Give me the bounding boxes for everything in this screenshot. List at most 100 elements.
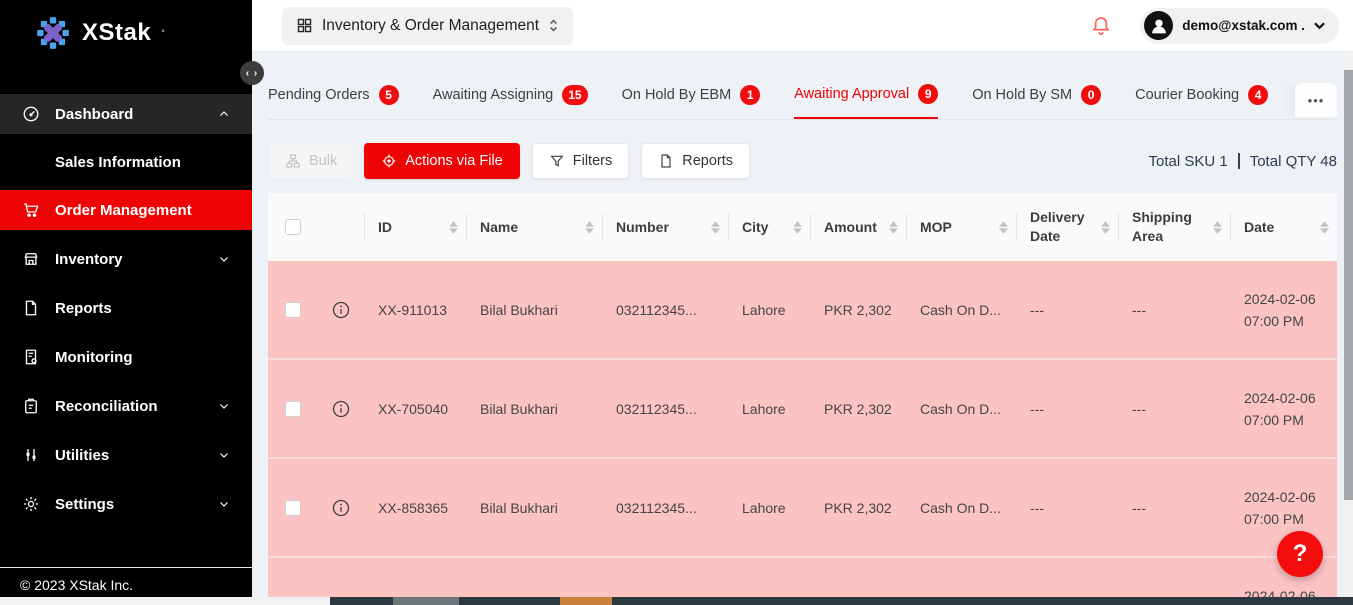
cell-mop: Cash On D... [906, 401, 1016, 417]
cell-amount: PKR 2,302 [810, 401, 906, 417]
notification-bell-icon[interactable] [1090, 15, 1112, 37]
user-avatar-icon [1144, 11, 1173, 40]
row-checkbox[interactable] [285, 500, 301, 516]
tab-label: Courier Booking [1135, 87, 1239, 103]
reports-button[interactable]: Reports [641, 143, 750, 179]
sidebar-item-reports[interactable]: Reports [0, 288, 252, 328]
tab-label: Pending Orders [268, 87, 370, 103]
sort-caret[interactable] [1101, 221, 1110, 234]
sidebar-nav: Dashboard Sales Information Order Manage… [0, 94, 252, 524]
brand-logo: XStak° [0, 0, 252, 52]
sidebar-item-order-management[interactable]: Order Management [0, 190, 252, 230]
cell-shipping-area: --- [1118, 500, 1230, 516]
sidebar-item-label: Inventory [55, 251, 123, 268]
sidebar-item-label: Reports [55, 300, 112, 317]
chevron-up-icon [218, 108, 230, 120]
tabs-more-button[interactable]: ••• [1295, 83, 1337, 117]
horizontal-scrollbar-thumb[interactable] [393, 597, 459, 605]
actions-via-file-button[interactable]: Actions via File [364, 143, 520, 179]
tab-count-badge: 1 [740, 85, 760, 105]
chevron-down-icon [218, 449, 230, 461]
sidebar-item-label: Monitoring [55, 349, 132, 366]
sidebar-item-dashboard[interactable]: Dashboard [0, 94, 252, 134]
app-switcher-button[interactable]: Inventory & Order Management [282, 7, 573, 45]
cell-mop: Cash On D... [906, 302, 1016, 318]
cell-order-id: XX-705040 [364, 401, 466, 417]
column-header-id: ID [378, 218, 392, 237]
cell-phone-number: 032112345... [602, 401, 728, 417]
cell-city: Lahore [728, 401, 810, 417]
sidebar-collapse-toggle[interactable]: ‹ › [240, 61, 264, 85]
horizontal-scrollbar-gutter [0, 597, 330, 605]
vertical-scrollbar[interactable] [1344, 52, 1353, 605]
sidebar-item-reconciliation[interactable]: Reconciliation [0, 386, 252, 426]
row-checkbox[interactable] [285, 401, 301, 417]
table-header-row: ID Name Number City Amount MOP Delivery … [268, 193, 1337, 261]
info-icon[interactable] [331, 300, 351, 320]
sidebar-item-inventory[interactable]: Inventory [0, 239, 252, 279]
sidebar-item-label: Dashboard [55, 106, 133, 123]
info-icon[interactable] [331, 498, 351, 518]
help-button[interactable]: ? [1277, 531, 1323, 577]
user-menu[interactable]: demo@xstak.com . [1140, 8, 1339, 44]
gauge-icon [22, 105, 40, 123]
sidebar-item-settings[interactable]: Settings [0, 484, 252, 524]
tab-on-hold-by-ebm[interactable]: On Hold By EBM 1 [622, 83, 761, 119]
sidebar-item-label: Sales Information [55, 154, 181, 171]
info-icon[interactable] [331, 399, 351, 419]
tab-awaiting-approval[interactable]: Awaiting Approval 9 [794, 83, 938, 119]
table-row[interactable]: XX-911013 Bilal Bukhari 032112345... Lah… [268, 261, 1337, 360]
tab-pending-orders[interactable]: Pending Orders 5 [268, 83, 399, 119]
totals-divider [1238, 153, 1240, 169]
vertical-scrollbar-thumb[interactable] [1344, 70, 1353, 500]
filters-button[interactable]: Filters [532, 143, 629, 179]
cell-amount: PKR 2,302 [810, 302, 906, 318]
column-header-amount: Amount [824, 218, 877, 237]
bulk-button[interactable]: Bulk [268, 143, 354, 179]
file-icon [658, 153, 674, 169]
toolbar: Bulk Actions via File Filters [268, 143, 1337, 179]
cell-customer-name: Bilal Bukhari [466, 401, 602, 417]
cell-phone-number: 032112345... [602, 500, 728, 516]
content-area: ‹ › Pending Orders 5 Awaiting Assigning … [252, 52, 1353, 605]
sort-caret[interactable] [999, 221, 1008, 234]
tab-awaiting-assigning[interactable]: Awaiting Assigning 15 [433, 83, 588, 119]
column-header-number: Number [616, 218, 669, 237]
cell-date: 2024-02-06 07:00 PM [1230, 486, 1337, 530]
sort-caret[interactable] [711, 221, 720, 234]
tab-count-badge: 4 [1248, 85, 1268, 105]
app-grid-icon [296, 17, 313, 34]
xstak-logo-icon [34, 14, 72, 52]
horizontal-scrollbar[interactable] [330, 597, 1353, 605]
cell-order-id: XX-911013 [364, 302, 466, 318]
totals-summary: Total SKU 1 Total QTY 48 [1149, 153, 1338, 170]
sort-caret[interactable] [793, 221, 802, 234]
clipboard-icon [22, 397, 40, 415]
table-row[interactable]: XX-705040 Bilal Bukhari 032112345... Lah… [268, 360, 1337, 459]
sidebar-item-utilities[interactable]: Utilities [0, 435, 252, 475]
tab-count-badge: 9 [918, 84, 938, 104]
cell-shipping-area: --- [1118, 401, 1230, 417]
tab-on-hold-by-sm[interactable]: On Hold By SM 0 [972, 83, 1101, 119]
filter-funnel-icon [549, 153, 565, 169]
sort-caret[interactable] [1213, 221, 1222, 234]
chevron-down-icon [218, 253, 230, 265]
sort-caret[interactable] [889, 221, 898, 234]
cell-customer-name: Bilal Bukhari [466, 500, 602, 516]
table-row[interactable]: XX-858365 Bilal Bukhari 032112345... Lah… [268, 459, 1337, 558]
topbar-right: demo@xstak.com . [1090, 8, 1339, 44]
row-checkbox[interactable] [285, 302, 301, 318]
main-area: Inventory & Order Management demo@xstak.… [252, 0, 1353, 605]
sidebar-item-sales-information[interactable]: Sales Information [0, 148, 252, 176]
sort-caret[interactable] [1320, 221, 1329, 234]
cell-delivery-date: --- [1016, 401, 1118, 417]
chevron-down-icon [218, 400, 230, 412]
tab-courier-booking[interactable]: Courier Booking 4 [1135, 83, 1268, 119]
horizontal-scrollbar-marker [560, 597, 612, 605]
sidebar-item-label: Settings [55, 496, 114, 513]
app-switcher-label: Inventory & Order Management [322, 17, 539, 35]
sort-caret[interactable] [449, 221, 458, 234]
select-all-checkbox[interactable] [285, 219, 301, 235]
sort-caret[interactable] [585, 221, 594, 234]
sidebar-item-monitoring[interactable]: Monitoring [0, 337, 252, 377]
